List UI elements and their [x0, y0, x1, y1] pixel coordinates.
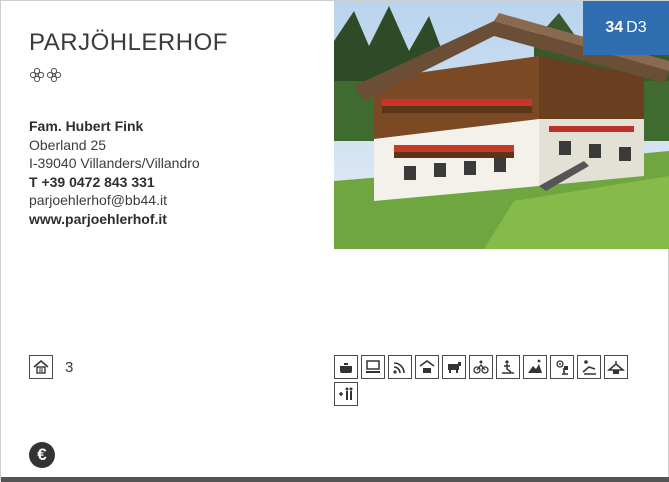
street-address: Oberland 25: [29, 136, 107, 153]
listing-number: 34: [605, 19, 624, 36]
bottom-divider: [1, 477, 669, 482]
grid-reference: D3: [626, 19, 647, 36]
sunbed-icon: [577, 355, 601, 379]
euro-icon: €: [29, 442, 55, 468]
map-reference-badge: 34 D3: [583, 1, 669, 55]
bicycle-icon: [469, 355, 493, 379]
listing-card: PARJÖHLERHOF Fam. Hubert Fink Oberland 2…: [0, 0, 669, 482]
hanger-icon: [604, 355, 628, 379]
farm-name: PARJÖHLERHOF: [29, 29, 228, 56]
amenities-list: [334, 355, 634, 406]
playground-icon: [496, 355, 520, 379]
cooking-pot-icon: [334, 355, 358, 379]
email-address[interactable]: parjoehlerhof@bb44.it: [29, 191, 200, 210]
family-icon: [334, 382, 358, 406]
flower-garden-icon: [550, 355, 574, 379]
computer-icon: [361, 355, 385, 379]
flower-icon: [46, 67, 62, 83]
phone-number[interactable]: T +39 0472 843 331: [29, 173, 200, 192]
owner-name: Fam. Hubert Fink: [29, 118, 144, 134]
flower-icon: [29, 67, 45, 83]
city-address: I-39040 Villanders/Villandro: [29, 155, 200, 171]
website-link[interactable]: www.parjoehlerhof.it: [29, 210, 200, 229]
apartment-count: 3: [65, 358, 74, 376]
wifi-icon: [388, 355, 412, 379]
garage-icon: [415, 355, 439, 379]
rooms-info: 3: [29, 355, 73, 379]
contact-block: Fam. Hubert Fink Oberland 25 I-39040 Vil…: [29, 117, 200, 228]
cow-icon: [442, 355, 466, 379]
hiking-icon: [523, 355, 547, 379]
apartment-icon: [29, 355, 53, 379]
farmhouse-photo: 34 D3: [334, 1, 669, 249]
flower-rating: [29, 67, 62, 83]
